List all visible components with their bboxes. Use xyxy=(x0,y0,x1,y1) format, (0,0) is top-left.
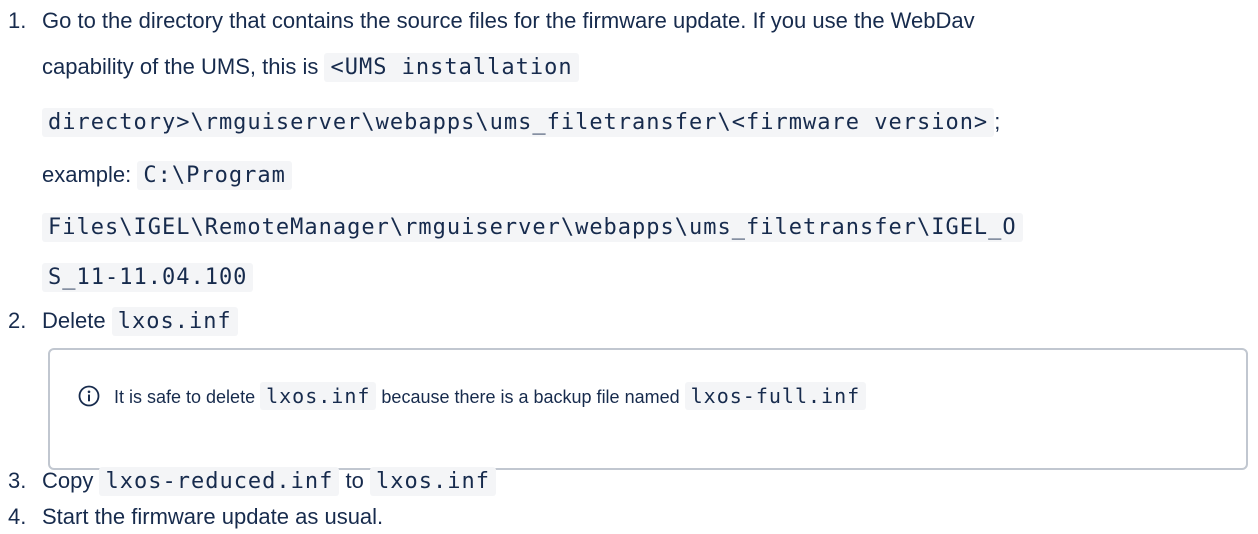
step-text-line: Copy lxos-reduced.inf to lxos.inf xyxy=(42,467,496,496)
step-text: to xyxy=(339,468,370,493)
step-text: Delete xyxy=(42,308,112,333)
info-panel: It is safe to delete lxos.inf because th… xyxy=(48,348,1248,470)
info-icon xyxy=(78,385,100,407)
info-text: It is safe to delete xyxy=(114,387,261,407)
step-text: Start the firmware update as usual. xyxy=(42,504,384,529)
code-snippet: <UMS installation xyxy=(324,53,579,82)
step-number: 3. xyxy=(8,468,27,493)
step-number: 1. xyxy=(8,8,27,33)
code-snippet: lxos.inf xyxy=(111,307,238,336)
code-snippet: lxos-reduced.inf xyxy=(99,467,340,496)
code-snippet: lxos.inf xyxy=(260,382,377,410)
step-text-line: Delete lxos.inf xyxy=(42,307,238,336)
step-text: ; xyxy=(994,109,1001,134)
step-text-line: S_11-11.04.100 xyxy=(42,263,254,292)
step-text-line: Files\IGEL\RemoteManager\rmguiserver\web… xyxy=(42,213,1023,242)
code-snippet: directory>\rmguiserver\webapps\ums_filet… xyxy=(42,108,995,137)
step-text-line: capability of the UMS, this is <UMS inst… xyxy=(42,53,579,82)
step-text: Copy xyxy=(42,468,100,493)
step-number: 2. xyxy=(8,308,27,333)
step-text-line: directory>\rmguiserver\webapps\ums_filet… xyxy=(42,108,1001,137)
info-panel-content: It is safe to delete lxos.inf because th… xyxy=(78,382,867,411)
step-text: capability of the UMS, this is xyxy=(42,54,325,79)
info-text: because there is a backup file named xyxy=(376,387,685,407)
code-snippet: S_11-11.04.100 xyxy=(42,263,254,292)
code-snippet: Files\IGEL\RemoteManager\rmguiserver\web… xyxy=(42,213,1023,242)
code-snippet: C:\Program xyxy=(137,161,292,190)
step-text-line: example: C:\Program xyxy=(42,161,292,190)
step-text: example: xyxy=(42,162,138,187)
code-snippet: lxos-full.inf xyxy=(684,382,867,410)
step-text: Go to the directory that contains the so… xyxy=(42,8,975,33)
code-snippet: lxos.inf xyxy=(369,467,496,496)
step-number: 4. xyxy=(8,504,27,529)
